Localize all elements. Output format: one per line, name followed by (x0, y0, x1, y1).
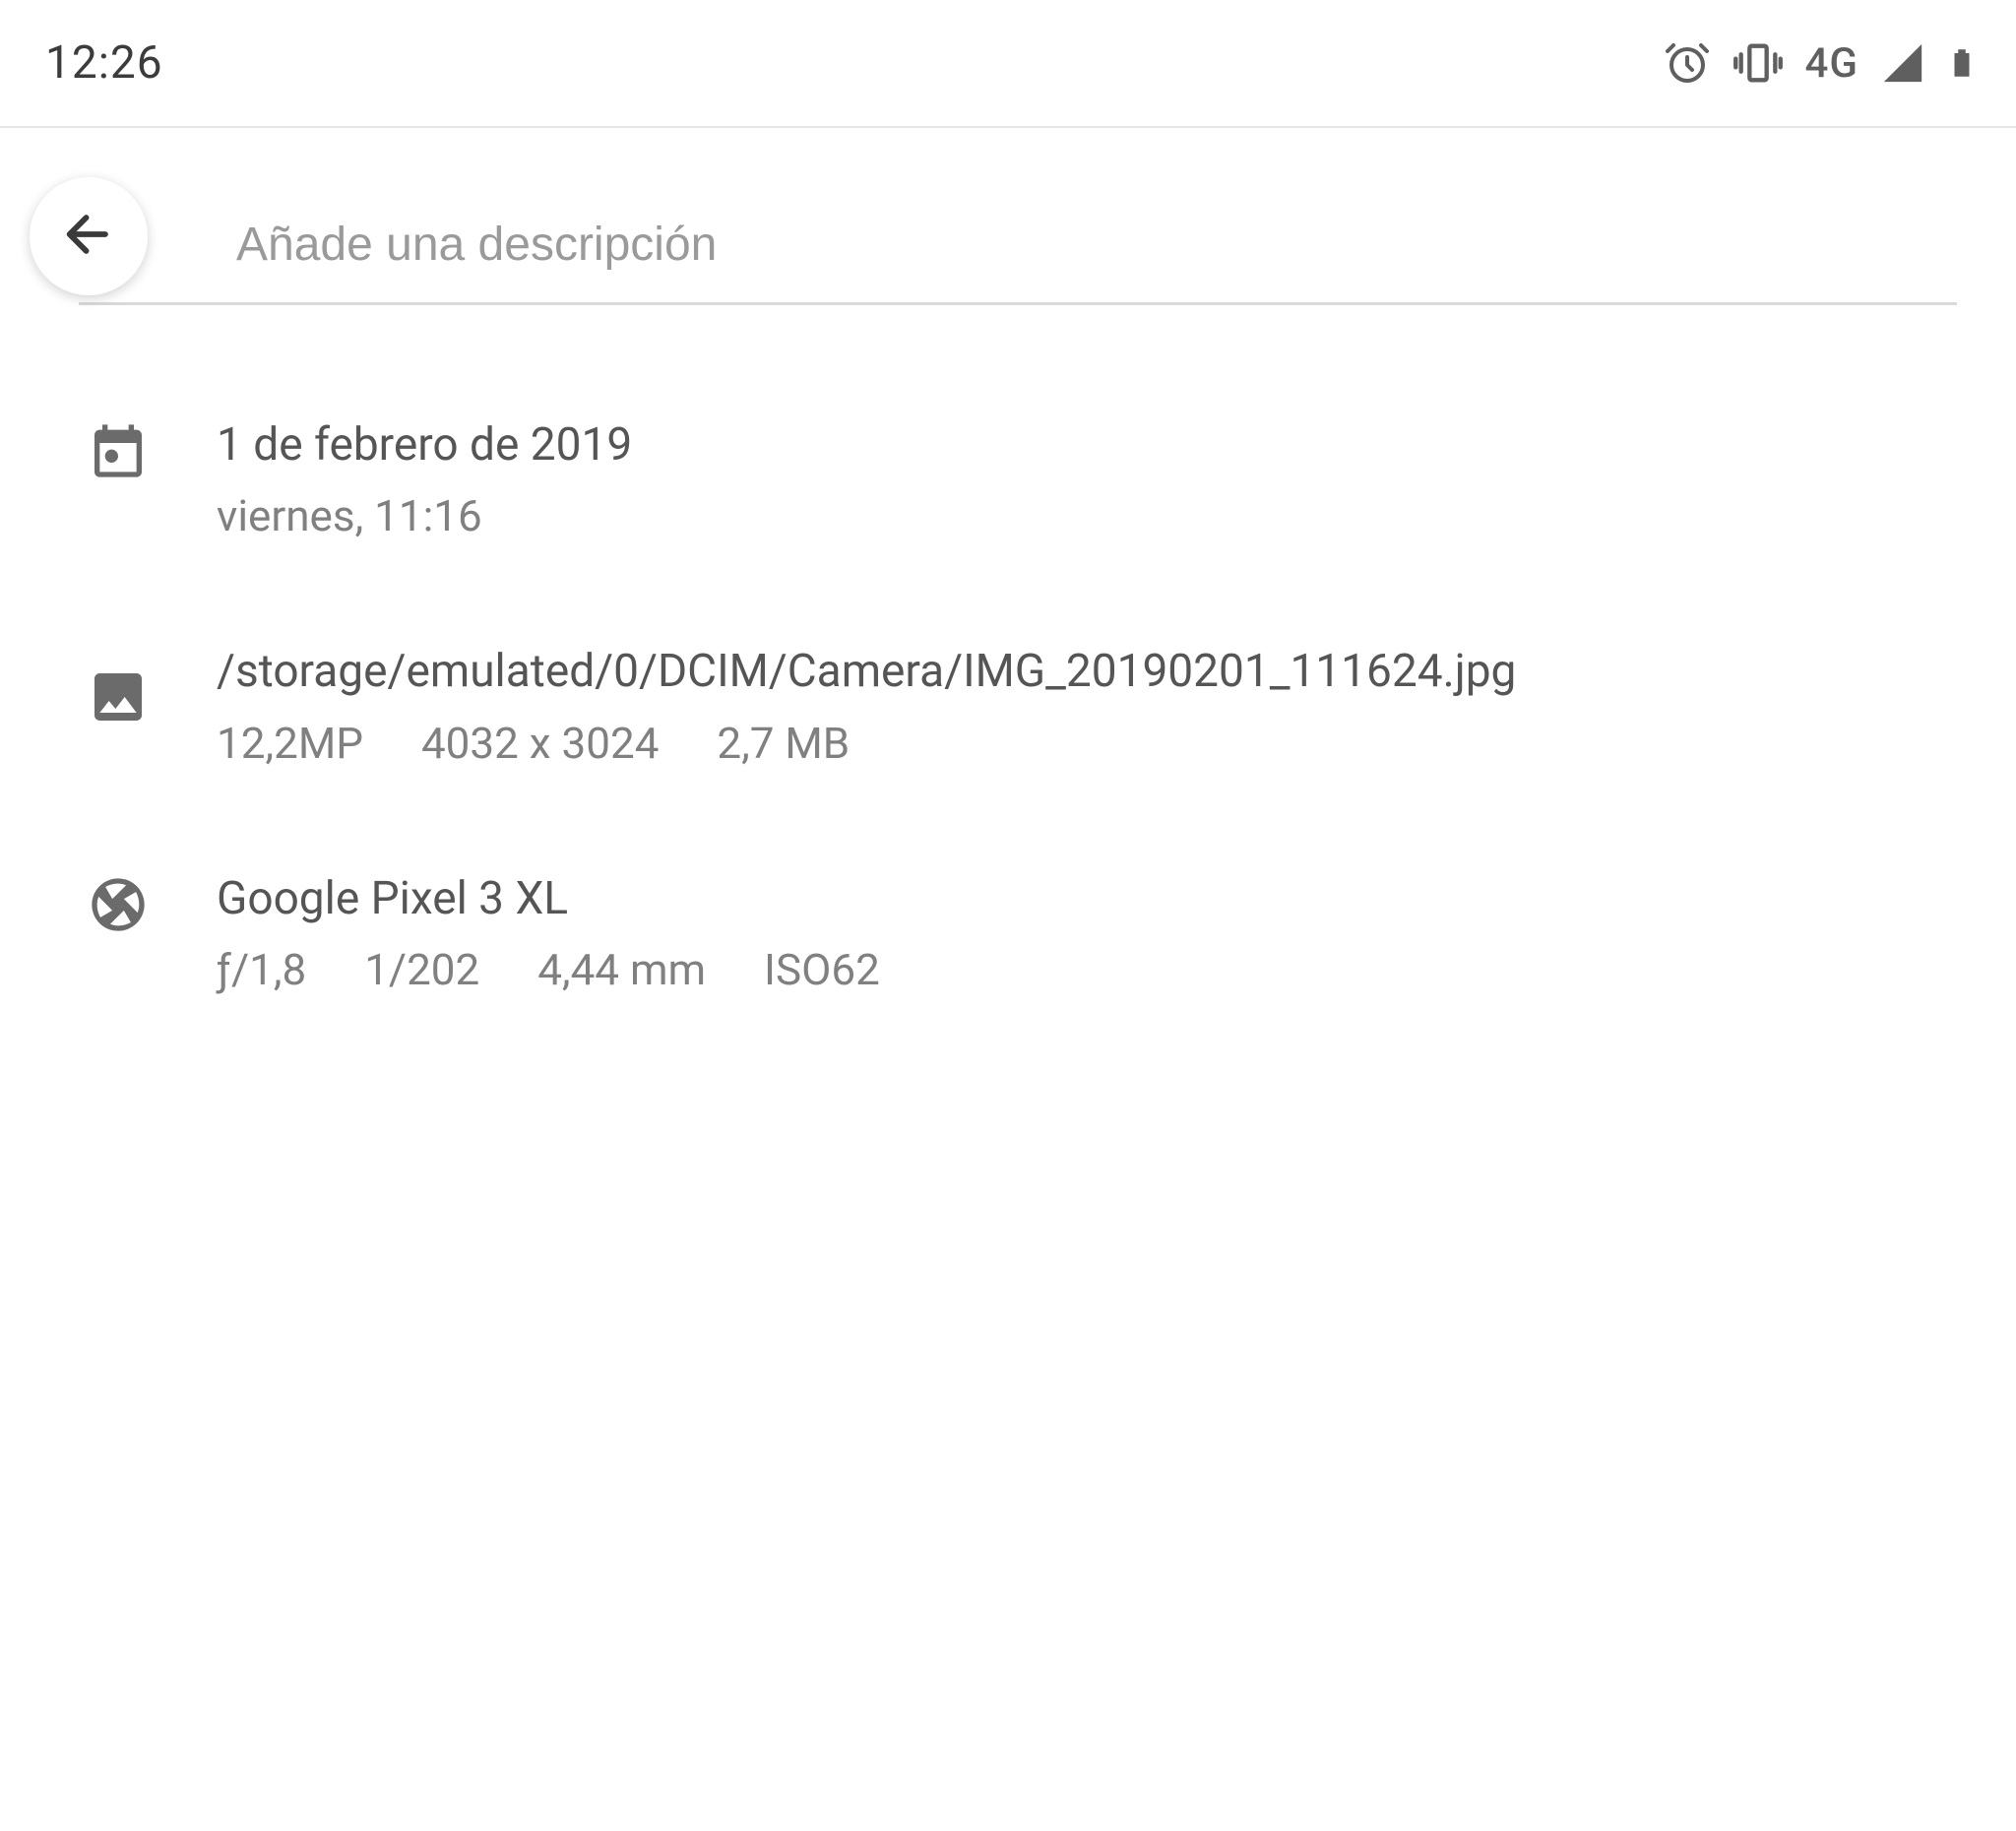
file-meta: 12,2MP 4032 x 3024 2,7 MB (217, 718, 1957, 769)
file-row: /storage/emulated/0/DCIM/Camera/IMG_2019… (59, 610, 1957, 837)
file-path: /storage/emulated/0/DCIM/Camera/IMG_2019… (217, 640, 1957, 703)
network-type-label: 4G (1805, 39, 1858, 88)
description-input[interactable] (79, 187, 1957, 305)
status-bar: 12:26 4G (0, 0, 2016, 128)
battery-icon (1947, 38, 1977, 88)
camera-exif: ƒ/1,8 1/202 4,44 mm ISO62 (217, 944, 1957, 995)
header-area (0, 187, 2016, 305)
camera-aperture: ƒ/1,8 (217, 944, 306, 995)
vibrate-icon (1732, 37, 1784, 89)
aperture-icon (79, 873, 158, 936)
camera-row: Google Pixel 3 XL ƒ/1,8 1/202 4,44 mm IS… (59, 838, 1957, 1064)
cellular-signal-icon (1880, 40, 1925, 86)
arrow-left-icon (60, 206, 117, 267)
file-dimensions: 4032 x 3024 (421, 718, 659, 769)
status-icons: 4G (1664, 37, 1977, 89)
camera-device: Google Pixel 3 XL (217, 867, 1957, 930)
calendar-icon (79, 419, 158, 482)
file-size: 2,7 MB (717, 718, 850, 769)
info-section: 1 de febrero de 2019 viernes, 11:16 /sto… (0, 384, 2016, 1064)
back-button[interactable] (30, 177, 148, 295)
alarm-icon (1664, 39, 1711, 87)
status-time: 12:26 (45, 36, 163, 90)
date-row: 1 de febrero de 2019 viernes, 11:16 (59, 384, 1957, 610)
date-primary: 1 de febrero de 2019 (217, 413, 1957, 476)
camera-iso: ISO62 (764, 944, 880, 995)
image-icon (79, 665, 158, 728)
camera-exposure: 1/202 (364, 944, 479, 995)
camera-focal: 4,44 mm (537, 944, 706, 995)
file-megapixels: 12,2MP (217, 718, 363, 769)
date-secondary: viernes, 11:16 (217, 490, 1957, 541)
